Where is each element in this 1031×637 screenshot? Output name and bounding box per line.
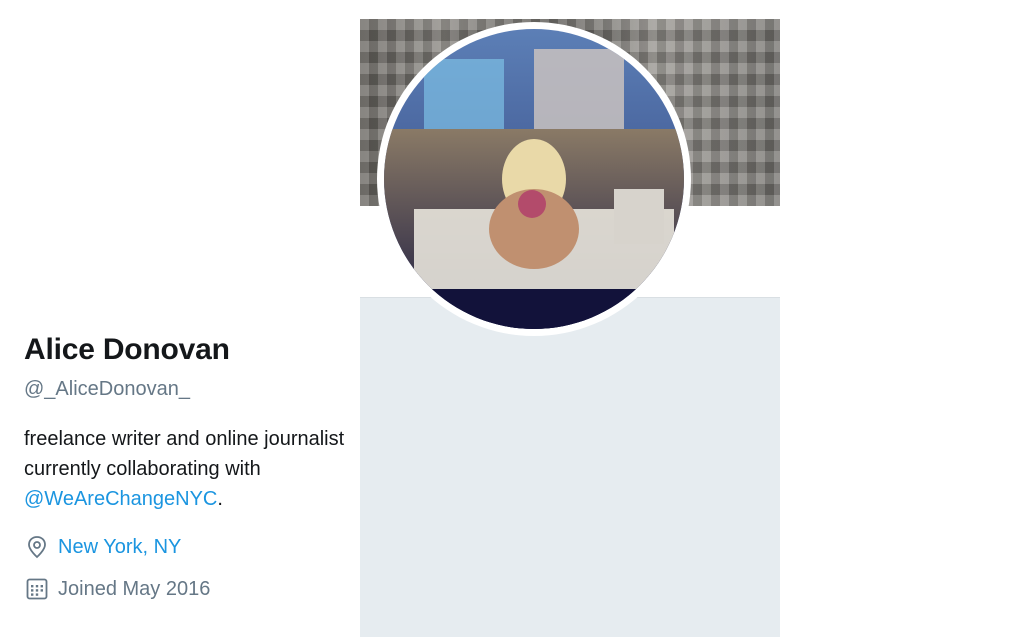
profile-joined-date: Joined May 2016 [24, 576, 210, 602]
profile-name[interactable]: Alice Donovan [24, 333, 230, 367]
avatar[interactable] [384, 29, 684, 329]
location-link[interactable]: New York, NY [58, 536, 181, 559]
bio-end-punctuation: . [217, 488, 223, 510]
profile-location: New York, NY [24, 534, 181, 560]
profile-handle: @_AliceDonovan_ [24, 378, 190, 400]
bio-line-2: currently collaborating with [24, 458, 261, 480]
bio-mention-link[interactable]: @WeAreChangeNYC [24, 488, 217, 510]
joined-date-text: Joined May 2016 [58, 577, 211, 600]
avatar-photo [384, 29, 684, 329]
profile-card [360, 19, 780, 637]
calendar-icon [24, 576, 50, 602]
map-pin-icon [24, 534, 50, 560]
profile-bio: freelance writer and online journalist c… [24, 424, 404, 514]
profile-header-panel [360, 297, 780, 637]
bio-line-1: freelance writer and online journalist [24, 428, 345, 450]
avatar-frame [377, 22, 691, 336]
